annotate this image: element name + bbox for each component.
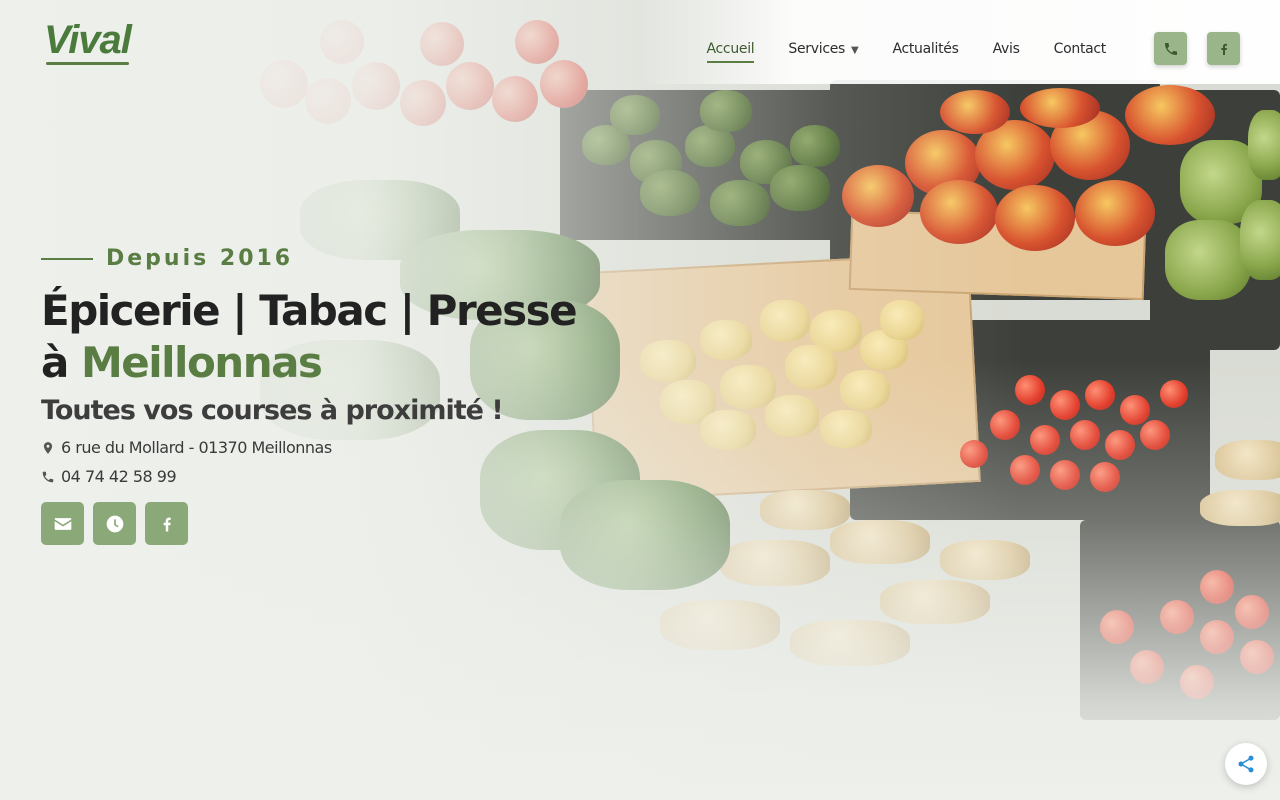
email-button[interactable] bbox=[41, 502, 84, 545]
opening-hours-button[interactable] bbox=[93, 502, 136, 545]
clock-icon bbox=[106, 515, 123, 532]
share-icon bbox=[1238, 755, 1254, 773]
envelope-icon bbox=[54, 517, 71, 530]
main-nav: Accueil Services ▼ Actualités Avis Contac… bbox=[706, 32, 1240, 65]
facebook-button[interactable] bbox=[145, 502, 188, 545]
caret-down-icon: ▼ bbox=[851, 44, 859, 56]
address-text: 6 rue du Mollard - 01370 Meillonnas bbox=[61, 438, 332, 457]
nav-item-avis[interactable]: Avis bbox=[993, 41, 1020, 57]
site-header: Vival Accueil Services ▼ Actualités Avis … bbox=[0, 0, 1280, 84]
nav-item-actualites[interactable]: Actualités bbox=[892, 41, 958, 57]
tagline-text: Depuis 2016 bbox=[106, 246, 294, 271]
phone-icon bbox=[1164, 42, 1177, 55]
share-button[interactable] bbox=[1225, 743, 1267, 785]
hero-subheadline: Toutes vos courses à proximité ! bbox=[41, 395, 504, 426]
hero-action-buttons bbox=[41, 502, 601, 545]
hero-headline: Épicerie | Tabac | Presse à Meillonnas bbox=[41, 285, 601, 389]
nav-item-services[interactable]: Services ▼ bbox=[788, 41, 858, 57]
nav-item-label: Services bbox=[788, 40, 846, 57]
facebook-icon bbox=[163, 517, 171, 531]
hero-content: Depuis 2016 Épicerie | Tabac | Presse à … bbox=[41, 246, 601, 545]
tagline-divider bbox=[41, 257, 93, 260]
address-line: 6 rue du Mollard - 01370 Meillonnas bbox=[41, 438, 601, 457]
phone-icon bbox=[42, 471, 54, 482]
vival-logo[interactable]: Vival bbox=[44, 18, 132, 65]
nav-item-contact[interactable]: Contact bbox=[1054, 41, 1107, 57]
phone-text[interactable]: 04 74 42 58 99 bbox=[61, 467, 177, 486]
headline-line1: Épicerie | Tabac | Presse bbox=[41, 286, 578, 335]
header-facebook-button[interactable] bbox=[1207, 32, 1240, 65]
nav-item-accueil[interactable]: Accueil bbox=[706, 41, 755, 63]
phone-line[interactable]: 04 74 42 58 99 bbox=[41, 467, 601, 486]
hero-tagline: Depuis 2016 bbox=[41, 246, 601, 271]
headline-town: Meillonnas bbox=[80, 338, 323, 387]
header-phone-button[interactable] bbox=[1154, 32, 1187, 65]
headline-prefix: à bbox=[41, 338, 81, 387]
map-marker-icon bbox=[43, 441, 53, 454]
facebook-icon bbox=[1220, 43, 1227, 55]
